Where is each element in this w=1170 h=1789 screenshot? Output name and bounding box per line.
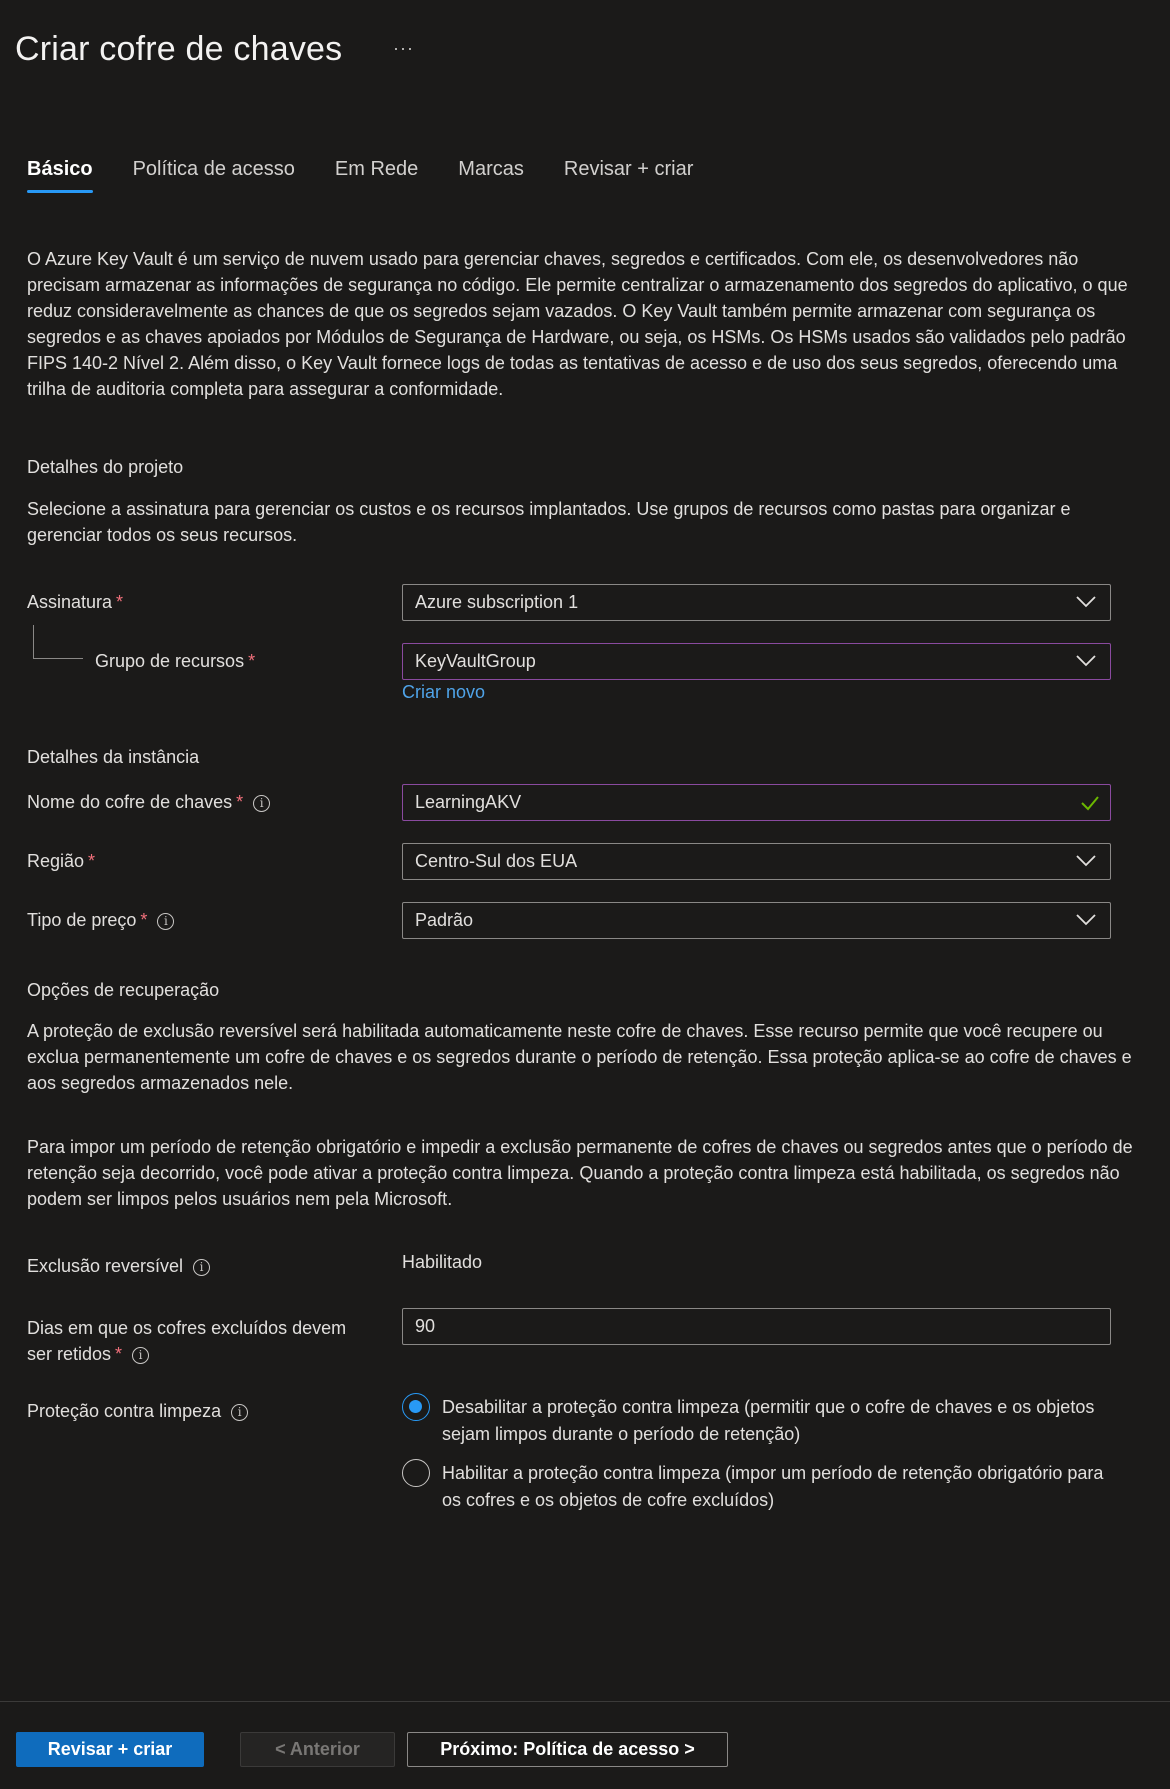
tab-marcas[interactable]: Marcas — [458, 158, 524, 193]
required-asterisk: * — [116, 592, 124, 612]
pricing-tier-dropdown[interactable]: Padrão — [402, 902, 1111, 939]
tab-basico[interactable]: Básico — [27, 158, 93, 193]
purge-option-enable-label: Habilitar a proteção contra limpeza (imp… — [442, 1463, 1104, 1510]
soft-delete-paragraph: A proteção de exclusão reversível será h… — [27, 1021, 1132, 1093]
previous-button[interactable]: < Anterior — [240, 1732, 395, 1767]
ellipsis-icon[interactable]: ··· — [393, 38, 414, 59]
info-icon[interactable]: i — [132, 1347, 150, 1364]
pricing-tier-label: Tipo de preço * i — [27, 910, 175, 931]
recovery-options-heading: Opções de recuperação — [27, 980, 220, 1000]
tab-politica-de-acesso[interactable]: Política de acesso — [133, 158, 295, 193]
tab-em-rede[interactable]: Em Rede — [335, 158, 418, 193]
checkmark-icon — [1081, 796, 1099, 811]
project-details-description: Selecione a assinatura para gerenciar os… — [27, 499, 1071, 545]
info-icon[interactable]: i — [231, 1404, 249, 1421]
purge-protection-label: Proteção contra limpeza i — [27, 1401, 249, 1422]
purge-option-enable[interactable]: Habilitar a proteção contra limpeza (imp… — [402, 1459, 1122, 1514]
purge-protection-paragraph: Para impor um período de retenção obriga… — [27, 1137, 1133, 1209]
subscription-value: Azure subscription 1 — [415, 592, 579, 612]
chevron-down-icon — [1076, 914, 1096, 926]
project-details-heading: Detalhes do projeto — [27, 457, 184, 477]
region-label: Região * — [27, 851, 96, 871]
chevron-down-icon — [1076, 655, 1096, 667]
chevron-down-icon — [1076, 855, 1096, 867]
page-title: Criar cofre de chaves — [15, 30, 343, 68]
chevron-down-icon — [1076, 596, 1096, 608]
tab-revisar-criar[interactable]: Revisar + criar — [564, 158, 693, 193]
soft-delete-value: Habilitado — [402, 1252, 483, 1272]
intro-paragraph: O Azure Key Vault é um serviço de nuvem … — [27, 249, 1128, 399]
next-button[interactable]: Próximo: Política de acesso > — [407, 1732, 728, 1767]
review-create-button[interactable]: Revisar + criar — [16, 1732, 204, 1767]
info-icon[interactable]: i — [157, 913, 175, 930]
required-asterisk: * — [248, 651, 256, 671]
resource-group-dropdown[interactable]: KeyVaultGroup — [402, 643, 1111, 680]
create-new-link[interactable]: Criar novo — [402, 682, 485, 703]
region-value: Centro-Sul dos EUA — [415, 851, 578, 871]
retention-days-label: Dias em que os cofres excluídos devem se… — [27, 1318, 347, 1364]
subscription-dropdown[interactable]: Azure subscription 1 — [402, 584, 1111, 621]
required-asterisk: * — [236, 792, 244, 812]
info-icon[interactable]: i — [193, 1259, 211, 1276]
info-icon[interactable]: i — [253, 795, 271, 812]
purge-option-disable[interactable]: Desabilitar a proteção contra limpeza (p… — [402, 1393, 1122, 1448]
resource-group-label: Grupo de recursos * — [95, 651, 256, 671]
tab-bar: Básico Política de acesso Em Rede Marcas… — [27, 158, 733, 193]
purge-option-disable-label: Desabilitar a proteção contra limpeza (p… — [442, 1397, 1095, 1444]
soft-delete-label: Exclusão reversível i — [27, 1256, 211, 1277]
resource-group-value: KeyVaultGroup — [415, 651, 536, 671]
instance-details-heading: Detalhes da instância — [27, 747, 200, 767]
pricing-tier-value: Padrão — [415, 910, 474, 930]
vault-name-label: Nome do cofre de chaves * i — [27, 792, 271, 813]
radio-button[interactable] — [402, 1459, 430, 1487]
vault-name-value: LearningAKV — [415, 792, 522, 812]
required-asterisk: * — [88, 851, 96, 871]
region-dropdown[interactable]: Centro-Sul dos EUA — [402, 843, 1111, 880]
subscription-label: Assinatura * — [27, 592, 124, 612]
tree-connector — [33, 625, 83, 659]
vault-name-input[interactable]: LearningAKV — [402, 784, 1111, 821]
required-asterisk: * — [140, 910, 148, 930]
radio-button-checked[interactable] — [402, 1393, 430, 1421]
retention-days-value: 90 — [415, 1316, 436, 1336]
retention-days-input[interactable]: 90 — [402, 1308, 1111, 1345]
required-asterisk: * — [115, 1344, 123, 1364]
